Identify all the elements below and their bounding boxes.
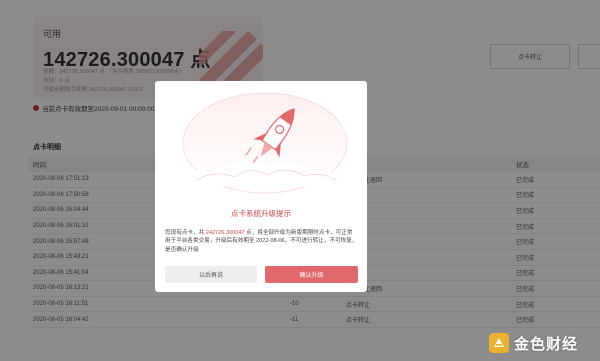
later-button[interactable]: 以后再说 xyxy=(165,266,257,283)
upgrade-dialog: 点卡系统升级提示 您现有点卡，共 242726.300047 点，将全部升级为新… xyxy=(155,81,367,292)
dialog-title: 点卡系统升级提示 xyxy=(231,209,291,218)
dialog-points-amount: 242726.300047 xyxy=(205,230,245,236)
rocket-illustration xyxy=(182,92,348,194)
dialog-message-prefix: 您现有点卡，共 xyxy=(165,230,206,236)
watermark-text: 金色财经 xyxy=(514,335,579,353)
dialog-message: 您现有点卡，共 242726.300047 点，将全部升级为新版期限时点卡，可正… xyxy=(165,229,358,254)
confirm-upgrade-button[interactable]: 确认升级 xyxy=(265,266,358,283)
brand-logo-icon xyxy=(489,333,509,353)
watermark: 金色财经 xyxy=(488,332,578,354)
